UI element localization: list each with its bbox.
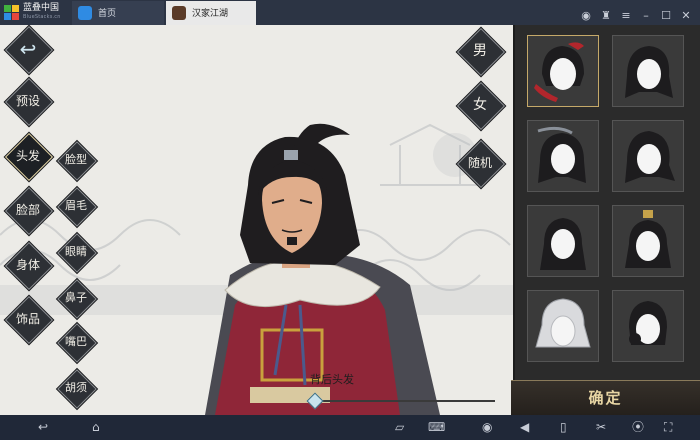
category-face-label: 脸部 [15,203,40,217]
gender-female-label: 女 [473,97,487,113]
hair-thumb-icon [534,42,584,102]
sub-eyebrows[interactable]: 眉毛 [57,187,97,227]
sub-eyes[interactable]: 眼睛 [57,233,97,273]
sub-beard[interactable]: 胡须 [57,369,97,409]
sub-nose[interactable]: 鼻子 [57,279,97,319]
eye-icon[interactable]: ◉ [482,419,492,435]
maximize-icon[interactable]: ☐ [656,8,676,24]
random-button[interactable]: 随机 [456,139,506,189]
back-button[interactable]: ↩ [4,25,54,75]
gender-male-button[interactable]: 男 [456,27,506,77]
category-hair-label: 头发 [15,149,40,163]
close-icon[interactable]: ✕ [676,8,696,24]
back-hair-slider-track[interactable] [320,400,495,402]
hair-option[interactable] [527,290,599,362]
sub-beard-label: 胡须 [65,381,87,394]
bluestacks-logo: 蓝叠中国 BlueStacks.cn [4,3,66,22]
confirm-label: 确定 [588,389,623,407]
shake-icon[interactable]: ▯ [560,419,567,435]
category-body[interactable]: 身体 [4,241,54,291]
confirm-button[interactable]: 确定 [511,380,700,415]
preset-label: 预设 [15,94,40,108]
tab-game-label: 汉家江湖 [192,9,229,19]
emulator-navbar: ↩ ⌂ ▱ ⌨ ◉ ◀ ▯ ✂ ⦿ ⛶ [0,415,700,440]
sub-nose-label: 鼻子 [65,291,87,304]
app-subtitle: BlueStacks.cn [23,14,61,20]
hair-option[interactable] [612,120,684,192]
sub-face-shape[interactable]: 脸型 [57,141,97,181]
hair-option[interactable] [612,205,684,277]
account-icon[interactable]: ◉ [576,8,596,24]
sub-eyebrows-label: 眉毛 [65,199,87,212]
category-hair[interactable]: 头发 [4,132,54,182]
gender-male-label: 男 [473,43,487,59]
hair-option[interactable] [612,290,684,362]
preset-button[interactable]: 预设 [4,77,54,127]
character-creator: ↩ 预设 头发 脸部 身体 饰品 脸型 眉毛 眼睛 鼻子 嘴巴 胡须 男 女 随… [0,25,700,415]
rotate-icon[interactable]: ▱ [395,419,404,435]
hair-options-panel [513,25,700,415]
hair-option[interactable] [527,35,599,107]
hair-thumb-icon [629,301,667,345]
slider-label: 背后头发 [310,373,354,386]
hair-thumb-icon [625,131,675,183]
hair-thumb-icon [625,210,671,268]
back-arrow-icon: ↩ [19,37,37,61]
category-accessory-label: 饰品 [15,312,40,326]
hair-option[interactable] [612,35,684,107]
random-label: 随机 [467,156,492,170]
category-accessory[interactable]: 饰品 [4,295,54,345]
fullscreen-icon[interactable]: ⛶ [664,419,672,435]
bluestacks-logo-icon [4,5,19,20]
gender-female-button[interactable]: 女 [456,81,506,131]
category-face[interactable]: 脸部 [4,186,54,236]
hair-thumb-icon [537,126,586,183]
category-body-label: 身体 [15,258,40,272]
emulator-titlebar: 蓝叠中国 BlueStacks.cn 首页 汉家江湖 ◉ ♜ ≡ – ☐ ✕ [0,0,700,25]
home-nav-icon[interactable]: ⌂ [92,419,100,435]
hair-thumb-icon [625,46,673,98]
hair-thumb-icon [540,218,586,270]
hair-option[interactable] [527,120,599,192]
hair-option[interactable] [527,205,599,277]
sub-mouth-label: 嘴巴 [65,335,87,348]
volume-icon[interactable]: ◀ [520,419,529,435]
app-name: 蓝叠中国 [23,3,60,13]
keyboard-icon[interactable]: ⌨ [428,419,445,435]
sub-eyes-label: 眼睛 [65,245,87,258]
tab-home[interactable]: 首页 [72,1,164,25]
tab-game[interactable]: 汉家江湖 [166,1,256,25]
menu-icon[interactable]: ≡ [616,8,636,24]
game-icon [172,6,186,20]
location-icon[interactable]: ⦿ [632,419,644,435]
sub-mouth[interactable]: 嘴巴 [57,323,97,363]
sub-face-shape-label: 脸型 [65,153,87,166]
home-icon [78,6,92,20]
shirt-icon[interactable]: ♜ [596,8,616,24]
back-nav-icon[interactable]: ↩ [38,419,48,435]
tab-home-label: 首页 [98,9,117,19]
hair-thumb-icon [535,298,591,348]
scissors-icon[interactable]: ✂ [596,419,606,435]
window-controls: ◉ ♜ ≡ – ☐ ✕ [576,4,696,22]
minimize-icon[interactable]: – [636,8,656,24]
